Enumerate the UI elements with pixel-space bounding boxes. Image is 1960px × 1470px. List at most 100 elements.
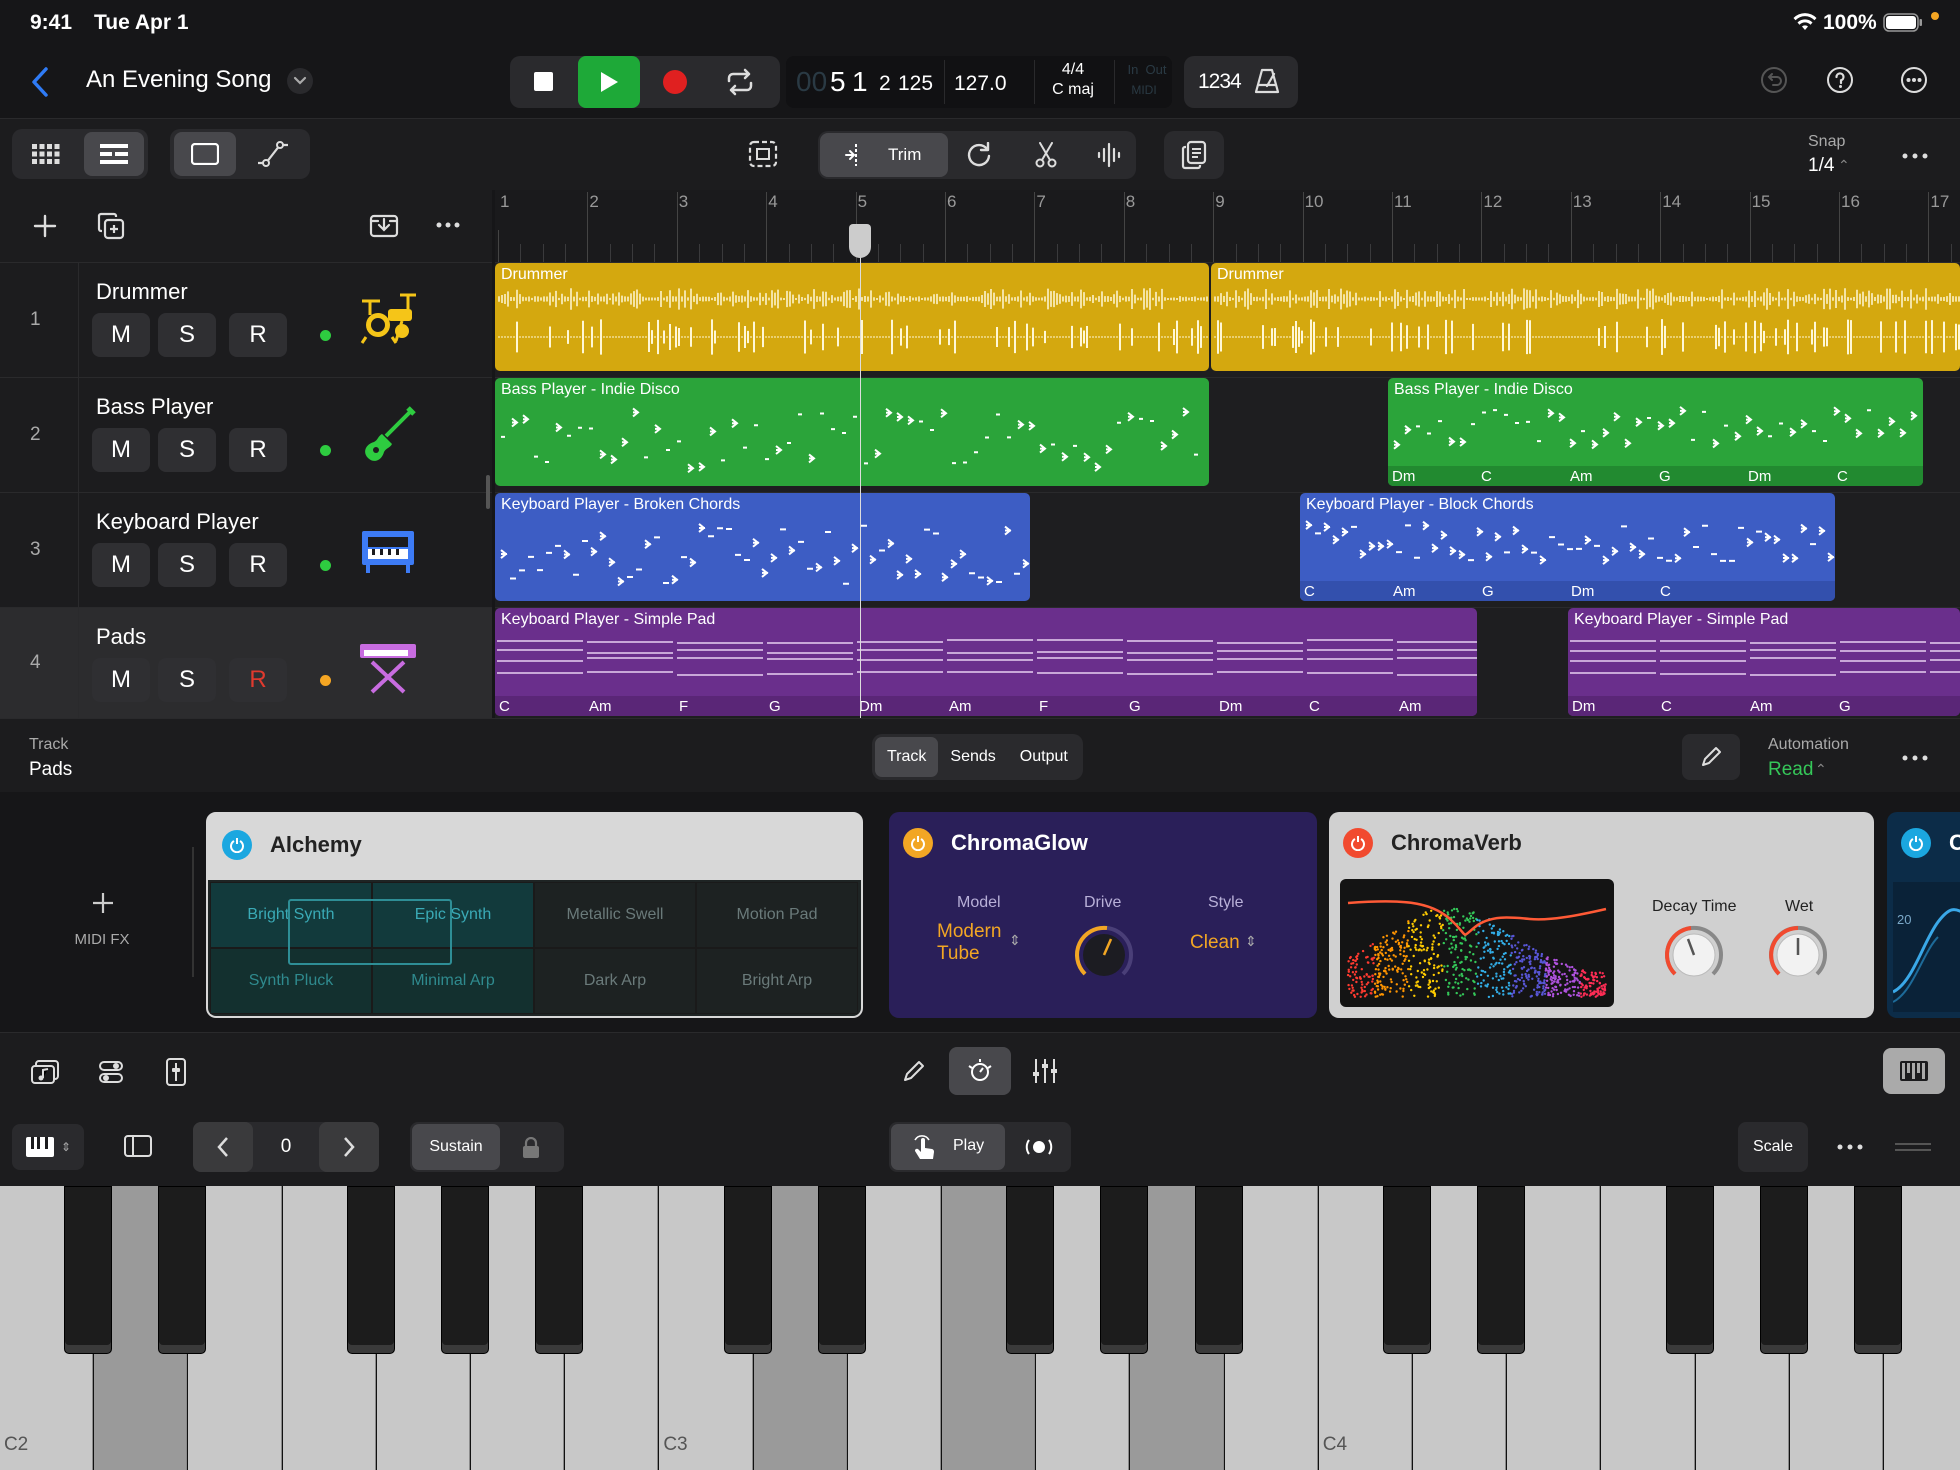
song-menu-button[interactable] [287, 68, 313, 94]
black-key[interactable] [817, 1186, 866, 1354]
partial-power-button[interactable] [1901, 828, 1931, 858]
eq-sliders-icon[interactable] [1032, 1057, 1058, 1085]
chromaverb-power-button[interactable] [1343, 828, 1373, 858]
smart-controls-icon[interactable] [98, 1059, 124, 1085]
region-drummer[interactable]: Drummer [495, 263, 1209, 371]
play-mode-button[interactable]: Play [891, 1124, 1005, 1170]
black-key[interactable] [1854, 1186, 1902, 1354]
resize-handle-icon[interactable] [1895, 1142, 1931, 1152]
solo-button[interactable]: S [158, 543, 216, 587]
track-resize-handle[interactable] [486, 475, 490, 509]
preset-cell[interactable]: Metallic Swell [534, 882, 696, 948]
alchemy-plugin[interactable]: Alchemy Bright Synth Epic Synth Metallic… [206, 812, 863, 1018]
grid-view-icon[interactable] [32, 144, 60, 164]
scissors-icon[interactable] [1034, 142, 1058, 168]
solo-button[interactable]: S [158, 658, 216, 702]
black-key[interactable] [346, 1186, 395, 1354]
track-header[interactable]: 1 Drummer M S R [0, 262, 492, 377]
midi-fx-slot[interactable]: MIDI FX [10, 822, 194, 1006]
tab-track[interactable]: Track [875, 737, 939, 777]
region-bass[interactable]: Bass Player - Indie Disco [495, 378, 1209, 486]
library-icon[interactable] [30, 1059, 60, 1085]
duplicate-track-icon[interactable] [97, 212, 125, 240]
mixer-channel-icon[interactable] [165, 1057, 187, 1087]
stop-button[interactable] [534, 72, 553, 91]
region-drummer[interactable]: Drummer [1211, 263, 1960, 371]
chromaglow-power-button[interactable] [903, 828, 933, 858]
mute-button[interactable]: M [92, 543, 150, 587]
track-header[interactable]: 4 Pads M S R [0, 607, 492, 718]
piano-icon[interactable] [356, 517, 420, 581]
partial-plugin[interactable]: C 20 [1887, 812, 1960, 1018]
record-enable-button[interactable]: R [229, 658, 287, 702]
preset-cell[interactable]: Bright Arp [696, 948, 858, 1014]
instrument-picker[interactable]: ⇕ [12, 1124, 84, 1170]
pencil-button[interactable] [1682, 734, 1740, 780]
drum-kit-icon[interactable] [356, 287, 420, 351]
synth-keyboard-icon[interactable] [356, 632, 420, 696]
lcd-display[interactable]: 00 5 1 2 125 127.0 4/4 C maj In Out MIDI [786, 56, 1172, 108]
metronome-icon[interactable] [1254, 68, 1280, 94]
marquee-select-icon[interactable] [748, 140, 778, 168]
tracks-view-button[interactable] [84, 132, 144, 176]
preset-cell[interactable]: Synth Pluck [210, 948, 372, 1014]
model-value[interactable]: Tube [937, 943, 980, 965]
lock-icon[interactable] [522, 1137, 540, 1159]
play-button[interactable] [578, 56, 640, 108]
preset-cell[interactable]: Epic Synth [372, 882, 534, 948]
piano-keyboard[interactable]: C2 C3 C4 [0, 1186, 1960, 1470]
region-keys[interactable]: Keyboard Player - Broken Chords [495, 493, 1030, 601]
black-key[interactable] [723, 1186, 772, 1354]
plugins-view-button[interactable] [949, 1047, 1011, 1095]
join-tool-icon[interactable] [1096, 142, 1122, 168]
count-in-button[interactable]: 1234 [1198, 70, 1242, 94]
mute-button[interactable]: M [92, 428, 150, 472]
snap-value[interactable]: 1/4 [1808, 155, 1834, 177]
alchemy-power-button[interactable] [222, 830, 252, 860]
octave-up-button[interactable] [319, 1122, 379, 1172]
octave-down-button[interactable] [193, 1122, 253, 1172]
black-key[interactable] [1665, 1186, 1714, 1354]
undo-icon[interactable] [1760, 66, 1788, 94]
track-header[interactable]: 2 Bass Player M S R [0, 377, 492, 492]
black-key[interactable] [1383, 1186, 1431, 1354]
model-value[interactable]: Modern [937, 921, 1001, 943]
region-bass[interactable]: Bass Player - Indie Disco Dm C Am G Dm C [1388, 378, 1923, 486]
mute-button[interactable]: M [92, 313, 150, 357]
record-enable-button[interactable]: R [229, 428, 287, 472]
tab-output[interactable]: Output [1008, 737, 1080, 777]
black-key[interactable] [64, 1186, 113, 1354]
preset-cell[interactable]: Bright Synth [210, 882, 372, 948]
mute-button[interactable]: M [92, 658, 150, 702]
region-pads[interactable]: Keyboard Player - Simple Pad Dm C Am G [1568, 608, 1960, 716]
style-value[interactable]: Clean [1190, 932, 1240, 954]
black-key[interactable] [1006, 1186, 1055, 1354]
back-icon[interactable] [30, 66, 50, 98]
import-icon[interactable] [369, 212, 399, 238]
record-enable-button[interactable]: R [229, 313, 287, 357]
black-key[interactable] [441, 1186, 489, 1354]
preset-cell[interactable]: Minimal Arp [372, 948, 534, 1014]
timeline-ruler[interactable]: 1 2 3 4 5 6 7 8 9 10 11 12 13 14 15 16 17 [495, 190, 1960, 262]
region-mode-button[interactable] [174, 132, 236, 176]
tracks-more-icon[interactable] [436, 222, 460, 228]
playhead-handle[interactable] [849, 224, 871, 258]
solo-button[interactable]: S [158, 313, 216, 357]
black-key[interactable] [535, 1186, 584, 1354]
automation-curve-icon[interactable] [256, 141, 290, 167]
black-key[interactable] [1194, 1186, 1243, 1354]
region-keys[interactable]: Keyboard Player - Block Chords C Am G Dm C [1300, 493, 1835, 601]
cycle-icon[interactable] [725, 68, 755, 96]
record-enable-button[interactable]: R [229, 543, 287, 587]
loop-tool-icon[interactable] [966, 142, 992, 168]
arpeggiator-icon[interactable] [1025, 1136, 1053, 1158]
preset-cell[interactable]: Dark Arp [534, 948, 696, 1014]
toolbar-more-icon[interactable] [1902, 153, 1928, 159]
black-key[interactable] [1100, 1186, 1149, 1354]
automation-value[interactable]: Read [1768, 759, 1813, 781]
copy-button[interactable] [1164, 131, 1224, 179]
more-icon[interactable] [1900, 66, 1928, 94]
sustain-button[interactable]: Sustain [412, 1124, 500, 1170]
reverb-visualizer[interactable] [1340, 879, 1614, 1007]
region-pads[interactable]: Keyboard Player - Simple Pad C Am F G Dm Am F G… [495, 608, 1477, 716]
